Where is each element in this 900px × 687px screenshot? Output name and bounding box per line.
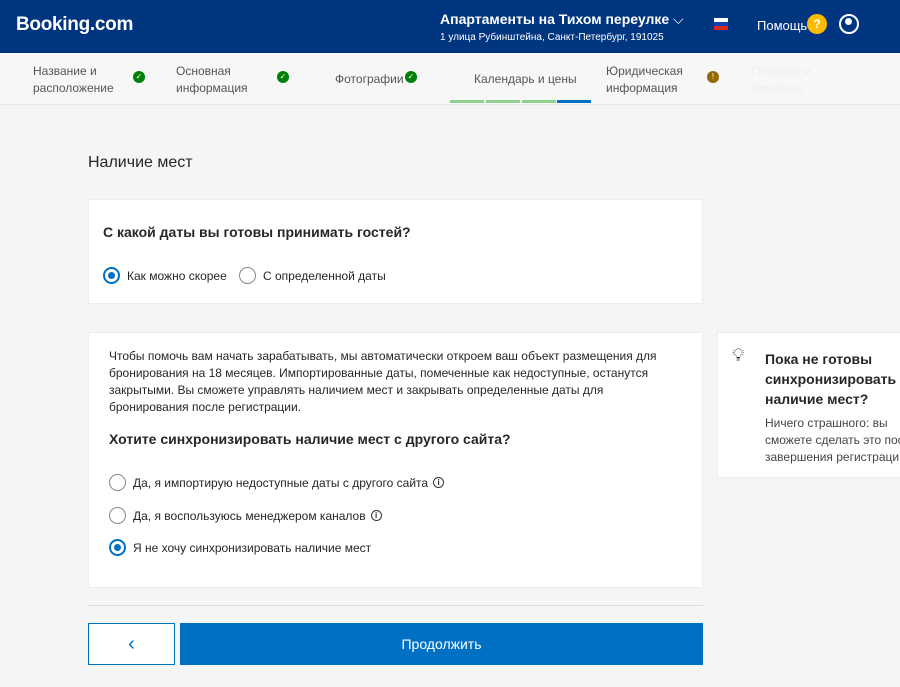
radio-channel-manager[interactable]: Да, я воспользуюсь менеджером каналов i [109, 507, 382, 524]
radio-label: Да, я воспользуюсь менеджером каналов [133, 508, 366, 523]
step-label: Основная [176, 64, 231, 78]
radio-import[interactable]: Да, я импортирую недоступные даты с друг… [109, 474, 445, 491]
radio-specific-date[interactable]: С определенной даты [239, 267, 386, 284]
step-label: Фотографии [335, 72, 404, 86]
step-basic-info[interactable]: Основная информация [176, 63, 248, 97]
step-name-location[interactable]: Название и расположение [33, 63, 114, 97]
continue-button[interactable]: Продолжить [180, 623, 703, 665]
sync-intro: Чтобы помочь вам начать зарабатывать, мы… [109, 349, 657, 414]
lightbulb-icon: 💡︎ [732, 345, 745, 365]
progress-steps: Название и расположение ✓ Основная информа… [0, 53, 900, 105]
radio-label: Я не хочу синхронизировать наличие мест [133, 540, 372, 555]
step-label: информация [176, 81, 248, 95]
progress-segment [522, 100, 556, 103]
radio-label: Как можно скорее [127, 268, 227, 283]
progress-segment-current [557, 100, 591, 103]
step-photos[interactable]: Фотографии [335, 71, 404, 88]
info-icon[interactable]: i [370, 510, 382, 521]
radio-asap[interactable]: Как можно скорее [103, 267, 227, 284]
radio-no-sync[interactable]: Я не хочу синхронизировать наличие мест [109, 539, 371, 556]
property-address: 1 улица Рубинштейна, Санкт-Петербург, 19… [440, 32, 664, 43]
check-icon: ✓ [133, 71, 145, 83]
info-icon[interactable]: i [433, 477, 445, 488]
step-payments: Платежи и финансы [752, 63, 811, 97]
step-label: финансы [752, 81, 804, 95]
step-label: Название и [33, 64, 97, 78]
progress-segment [486, 100, 520, 103]
tip-text: Ничего страшного: вы сможете сделать это… [765, 415, 900, 466]
step-label: Юридическая [606, 64, 683, 78]
step-label: информация [606, 81, 678, 95]
user-avatar-icon[interactable] [839, 14, 859, 34]
check-icon: ✓ [277, 71, 289, 83]
help-link[interactable]: Помощь [757, 18, 807, 33]
step-label: расположение [33, 81, 114, 95]
tip-title: Пока не готовы синхронизировать наличие … [765, 351, 897, 407]
radio-button[interactable] [109, 507, 126, 524]
start-date-question: С какой даты вы готовы принимать гостей? [103, 224, 411, 240]
logo[interactable]: Booking.com [16, 14, 133, 36]
russian-flag-icon[interactable] [714, 18, 728, 30]
property-selector[interactable]: Апартаменты на Тихом переулке ⌵ 1 улица … [440, 11, 684, 43]
step-legal-info[interactable]: Юридическая информация [606, 63, 683, 97]
radio-button[interactable] [239, 267, 256, 284]
radio-label: С определенной даты [263, 268, 386, 283]
radio-label: Да, я импортирую недоступные даты с друг… [133, 475, 429, 490]
back-button[interactable]: ‹ [88, 623, 175, 665]
start-date-card: С какой даты вы готовы принимать гостей?… [88, 199, 703, 304]
radio-button[interactable] [109, 539, 126, 556]
warning-icon: ! [707, 71, 719, 83]
property-name: Апартаменты на Тихом переулке [440, 11, 670, 27]
header: Booking.com Апартаменты на Тихом переулк… [0, 0, 900, 53]
sync-card: Чтобы помочь вам начать зарабатывать, мы… [88, 332, 703, 588]
step-label: Календарь и цены [474, 72, 577, 86]
radio-button[interactable] [109, 474, 126, 491]
chevron-down-icon: ⌵ [673, 11, 684, 27]
page-title: Наличие мест [88, 154, 193, 171]
tip-card: 💡︎ Пока не готовы синхронизировать налич… [717, 332, 900, 478]
sync-question: Хотите синхронизировать наличие мест с д… [109, 431, 511, 447]
tip-text-body: Ничего страшного: вы сможете сделать это… [765, 416, 900, 464]
help-icon[interactable]: ? [807, 14, 827, 34]
radio-button[interactable] [103, 267, 120, 284]
step-calendar-prices[interactable]: Календарь и цены [474, 71, 577, 88]
progress-segment [450, 100, 484, 103]
check-icon: ✓ [405, 71, 417, 83]
divider [88, 605, 703, 606]
step-label: Платежи и [752, 64, 811, 78]
